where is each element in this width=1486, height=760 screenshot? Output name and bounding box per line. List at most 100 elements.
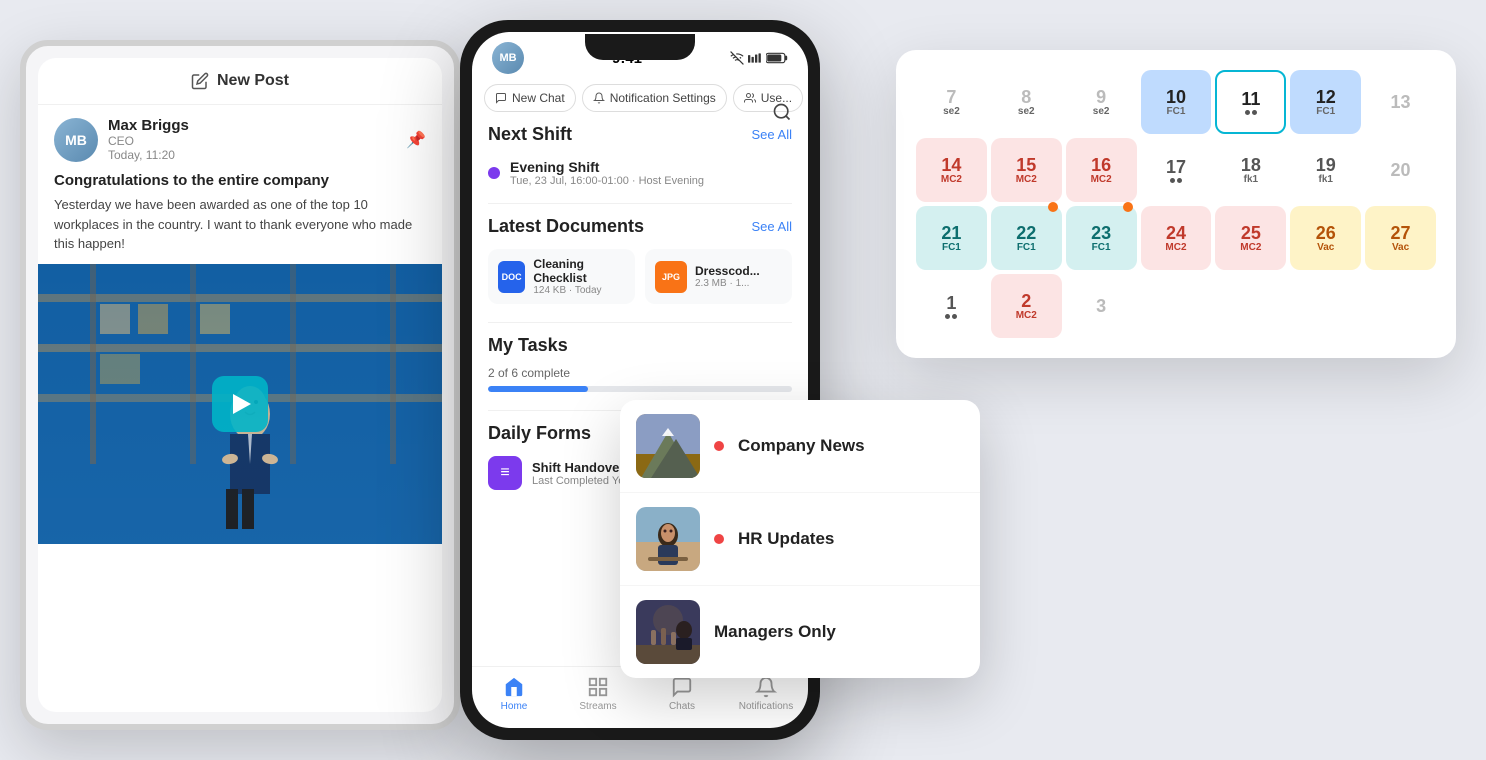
cal-cell-empty-3 bbox=[1290, 274, 1361, 338]
post-role: CEO bbox=[108, 134, 396, 148]
phone-toolbar: New Chat Notification Settings Use... bbox=[472, 78, 808, 120]
play-icon bbox=[233, 394, 251, 414]
nav-streams-label: Streams bbox=[579, 701, 616, 712]
shift-item[interactable]: Evening Shift Tue, 23 Jul, 16:00-01:00 ·… bbox=[472, 151, 808, 195]
doc-card-1[interactable]: DOC Cleaning Checklist 124 KB · Today bbox=[488, 249, 635, 304]
nav-home[interactable]: Home bbox=[472, 675, 556, 712]
cal-cell-19[interactable]: 19 fk1 bbox=[1290, 138, 1361, 202]
progress-bar-bg bbox=[488, 386, 792, 392]
post-body: Yesterday we have been awarded as one of… bbox=[38, 195, 442, 264]
cal-cell-14[interactable]: 14 MC2 bbox=[916, 138, 987, 202]
forms-title: Daily Forms bbox=[488, 423, 591, 444]
cal-cell-23[interactable]: 23 FC1 bbox=[1066, 206, 1137, 270]
cal-cell-22[interactable]: 22 FC1 bbox=[991, 206, 1062, 270]
scene: New Post MB Max Briggs CEO Today, 11:20 … bbox=[0, 0, 1486, 760]
docs-header: Latest Documents See All bbox=[472, 212, 808, 243]
new-post-button[interactable]: New Post bbox=[38, 58, 442, 105]
stream-dot-hr-updates bbox=[714, 534, 724, 544]
streams-icon bbox=[586, 675, 610, 699]
cal-cell-next-1[interactable]: 1 bbox=[916, 274, 987, 338]
new-post-label: New Post bbox=[217, 72, 289, 90]
post-header: MB Max Briggs CEO Today, 11:20 📌 bbox=[38, 105, 442, 170]
docs-title: Latest Documents bbox=[488, 216, 644, 237]
cal-orange-dot-22 bbox=[1048, 202, 1058, 212]
doc-name-1: Cleaning Checklist bbox=[533, 257, 625, 285]
next-shift-title: Next Shift bbox=[488, 124, 572, 145]
cal-cell-25[interactable]: 25 MC2 bbox=[1215, 206, 1286, 270]
calendar: 7 se2 8 se2 9 se2 10 FC1 11 bbox=[896, 50, 1456, 358]
doc-card-2[interactable]: JPG Dresscod... 2.3 MB · 1... bbox=[645, 249, 792, 304]
avatar: MB bbox=[54, 118, 98, 162]
cal-cell-16[interactable]: 16 MC2 bbox=[1066, 138, 1137, 202]
cal-cell-20[interactable]: 20 bbox=[1365, 138, 1436, 202]
new-chat-chip[interactable]: New Chat bbox=[484, 84, 576, 112]
shift-info: Evening Shift Tue, 23 Jul, 16:00-01:00 ·… bbox=[510, 159, 792, 187]
doc-icon-1: DOC bbox=[498, 261, 525, 293]
cal-cell-13[interactable]: 13 bbox=[1365, 70, 1436, 134]
cal-cell-9[interactable]: 9 se2 bbox=[1066, 70, 1137, 134]
pin-icon: 📌 bbox=[406, 130, 426, 150]
new-chat-label: New Chat bbox=[512, 91, 565, 105]
home-icon bbox=[502, 675, 526, 699]
cal-cell-empty-4 bbox=[1365, 274, 1436, 338]
nav-chats[interactable]: Chats bbox=[640, 675, 724, 712]
nav-notifications[interactable]: Notifications bbox=[724, 675, 808, 712]
user-avatar: MB bbox=[492, 42, 524, 74]
tablet-device: New Post MB Max Briggs CEO Today, 11:20 … bbox=[20, 40, 460, 730]
stream-name-managers-only: Managers Only bbox=[714, 622, 836, 642]
forms-icon: ≡ bbox=[488, 456, 522, 490]
docs-see-all[interactable]: See All bbox=[752, 219, 792, 234]
cal-cell-27[interactable]: 27 Vac bbox=[1365, 206, 1436, 270]
doc-meta-2: 2.3 MB · 1... bbox=[695, 278, 760, 289]
cal-cell-next-3[interactable]: 3 bbox=[1066, 274, 1137, 338]
stream-thumb-company-news bbox=[636, 414, 700, 478]
play-button[interactable] bbox=[212, 376, 268, 432]
notification-settings-label: Notification Settings bbox=[610, 91, 716, 105]
stream-item-hr-updates[interactable]: HR Updates bbox=[620, 493, 980, 586]
cal-cell-23-wrapper: 23 FC1 bbox=[1066, 206, 1137, 270]
stream-name-company-news: Company News bbox=[738, 436, 865, 456]
phone-notch bbox=[585, 34, 695, 60]
cal-cell-empty-2 bbox=[1215, 274, 1286, 338]
stream-item-managers-only[interactable]: Managers Only bbox=[620, 586, 980, 678]
stream-thumb-managers-only bbox=[636, 600, 700, 664]
cal-cell-21[interactable]: 21 FC1 bbox=[916, 206, 987, 270]
cal-cell-empty-1 bbox=[1141, 274, 1212, 338]
doc-meta-1: 124 KB · Today bbox=[533, 285, 625, 296]
post-image bbox=[38, 264, 442, 544]
cal-cell-10[interactable]: 10 FC1 bbox=[1141, 70, 1212, 134]
streams-popup: Company News bbox=[620, 400, 980, 678]
cal-cell-7[interactable]: 7 se2 bbox=[916, 70, 987, 134]
cal-cell-8[interactable]: 8 se2 bbox=[991, 70, 1062, 134]
post-time: Today, 11:20 bbox=[108, 148, 396, 162]
post-meta: Max Briggs CEO Today, 11:20 bbox=[108, 117, 396, 162]
tasks-title: My Tasks bbox=[488, 335, 568, 356]
cal-cell-15[interactable]: 15 MC2 bbox=[991, 138, 1062, 202]
tasks-label: 2 of 6 complete bbox=[488, 366, 792, 380]
tasks-header: My Tasks bbox=[472, 331, 808, 362]
cal-cell-12[interactable]: 12 FC1 bbox=[1290, 70, 1361, 134]
cal-orange-dot-23 bbox=[1123, 202, 1133, 212]
search-button[interactable] bbox=[766, 96, 798, 128]
chats-icon bbox=[670, 675, 694, 699]
notifications-icon bbox=[754, 675, 778, 699]
shift-dot-icon bbox=[488, 167, 500, 179]
cal-cell-17[interactable]: 17 bbox=[1141, 138, 1212, 202]
doc-icon-2: JPG bbox=[655, 261, 687, 293]
doc-name-2: Dresscod... bbox=[695, 264, 760, 278]
nav-home-label: Home bbox=[501, 701, 528, 712]
cal-cell-18[interactable]: 18 fk1 bbox=[1215, 138, 1286, 202]
cal-cell-11[interactable]: 11 bbox=[1215, 70, 1286, 134]
post-title: Congratulations to the entire company bbox=[38, 170, 442, 195]
cal-cell-24[interactable]: 24 MC2 bbox=[1141, 206, 1212, 270]
nav-chats-label: Chats bbox=[669, 701, 695, 712]
next-shift-see-all[interactable]: See All bbox=[752, 127, 792, 142]
cal-cell-26[interactable]: 26 Vac bbox=[1290, 206, 1361, 270]
nav-streams[interactable]: Streams bbox=[556, 675, 640, 712]
cal-cell-next-2[interactable]: 2 MC2 bbox=[991, 274, 1062, 338]
stream-dot-company-news bbox=[714, 441, 724, 451]
stream-item-company-news[interactable]: Company News bbox=[620, 400, 980, 493]
shift-name: Evening Shift bbox=[510, 159, 792, 175]
docs-grid: DOC Cleaning Checklist 124 KB · Today JP… bbox=[472, 243, 808, 314]
notification-settings-chip[interactable]: Notification Settings bbox=[582, 84, 727, 112]
